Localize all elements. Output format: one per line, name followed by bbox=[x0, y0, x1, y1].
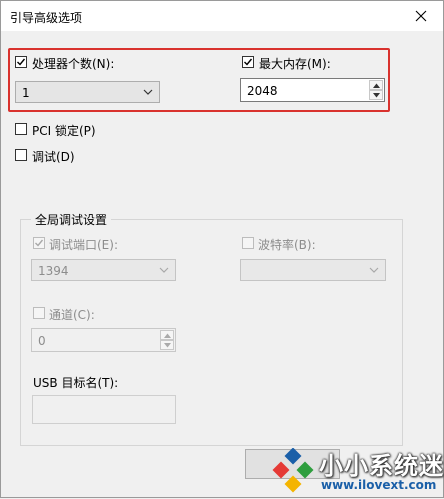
watermark-url: www.ilovext.com bbox=[321, 478, 437, 492]
debug-port-label: 调试端口(E): bbox=[49, 238, 118, 252]
advanced-boot-options-dialog: 引导高级选项 处理器个数(N): 1 最大内存(M): 2048 PCI 锁定(… bbox=[0, 0, 444, 498]
arrow-down-icon bbox=[373, 93, 380, 98]
processor-count-checkbox[interactable] bbox=[15, 56, 27, 68]
debug-checkbox[interactable] bbox=[15, 149, 27, 161]
baud-rate-label: 波特率(B): bbox=[258, 238, 316, 252]
arrow-up-icon bbox=[164, 333, 171, 338]
debug-port-checkbox[interactable] bbox=[33, 237, 45, 249]
stepper-buttons bbox=[160, 330, 174, 350]
baud-rate-checkbox[interactable] bbox=[242, 237, 254, 249]
channel-stepper[interactable]: 0 bbox=[31, 328, 176, 352]
arrow-up-icon bbox=[373, 83, 380, 88]
max-memory-checkbox[interactable] bbox=[242, 56, 254, 68]
decrement-button[interactable] bbox=[369, 90, 383, 100]
channel-value: 0 bbox=[38, 334, 46, 348]
chevron-down-icon bbox=[159, 267, 169, 273]
increment-button[interactable] bbox=[160, 330, 174, 340]
arrow-down-icon bbox=[164, 343, 171, 348]
channel-label: 通道(C): bbox=[49, 308, 95, 322]
global-debug-settings-title: 全局调试设置 bbox=[31, 211, 112, 228]
chevron-down-icon bbox=[143, 89, 153, 95]
pci-lock-label: PCI 锁定(P) bbox=[32, 124, 96, 138]
checkmark-icon bbox=[17, 58, 26, 66]
watermark-brand: 小小系统迷 bbox=[319, 452, 444, 480]
watermark: 小小系统迷 www.ilovext.com bbox=[269, 442, 444, 499]
processor-count-value: 1 bbox=[22, 86, 30, 100]
checkmark-icon bbox=[35, 239, 44, 247]
dialog-title: 引导高级选项 bbox=[10, 11, 83, 25]
debug-port-dropdown[interactable]: 1394 bbox=[31, 259, 176, 281]
max-memory-stepper[interactable]: 2048 bbox=[240, 78, 385, 102]
max-memory-value: 2048 bbox=[247, 84, 278, 98]
debug-label: 调试(D) bbox=[32, 150, 75, 164]
decrement-button[interactable] bbox=[160, 340, 174, 350]
baud-rate-dropdown[interactable] bbox=[240, 259, 386, 281]
title-bar: 引导高级选项 bbox=[1, 1, 443, 31]
close-button[interactable] bbox=[399, 1, 443, 31]
usb-target-input[interactable] bbox=[32, 395, 176, 424]
logo-icon bbox=[272, 448, 314, 493]
processor-count-dropdown[interactable]: 1 bbox=[15, 81, 160, 103]
usb-target-label: USB 目标名(T): bbox=[33, 376, 119, 390]
pci-lock-checkbox[interactable] bbox=[15, 123, 27, 135]
checkmark-icon bbox=[244, 58, 253, 66]
stepper-buttons bbox=[369, 80, 383, 100]
processor-count-label: 处理器个数(N): bbox=[32, 57, 115, 71]
max-memory-label: 最大内存(M): bbox=[259, 57, 331, 71]
close-icon bbox=[415, 10, 427, 22]
channel-checkbox[interactable] bbox=[33, 307, 45, 319]
chevron-down-icon bbox=[369, 267, 379, 273]
debug-port-value: 1394 bbox=[38, 264, 69, 278]
increment-button[interactable] bbox=[369, 80, 383, 90]
